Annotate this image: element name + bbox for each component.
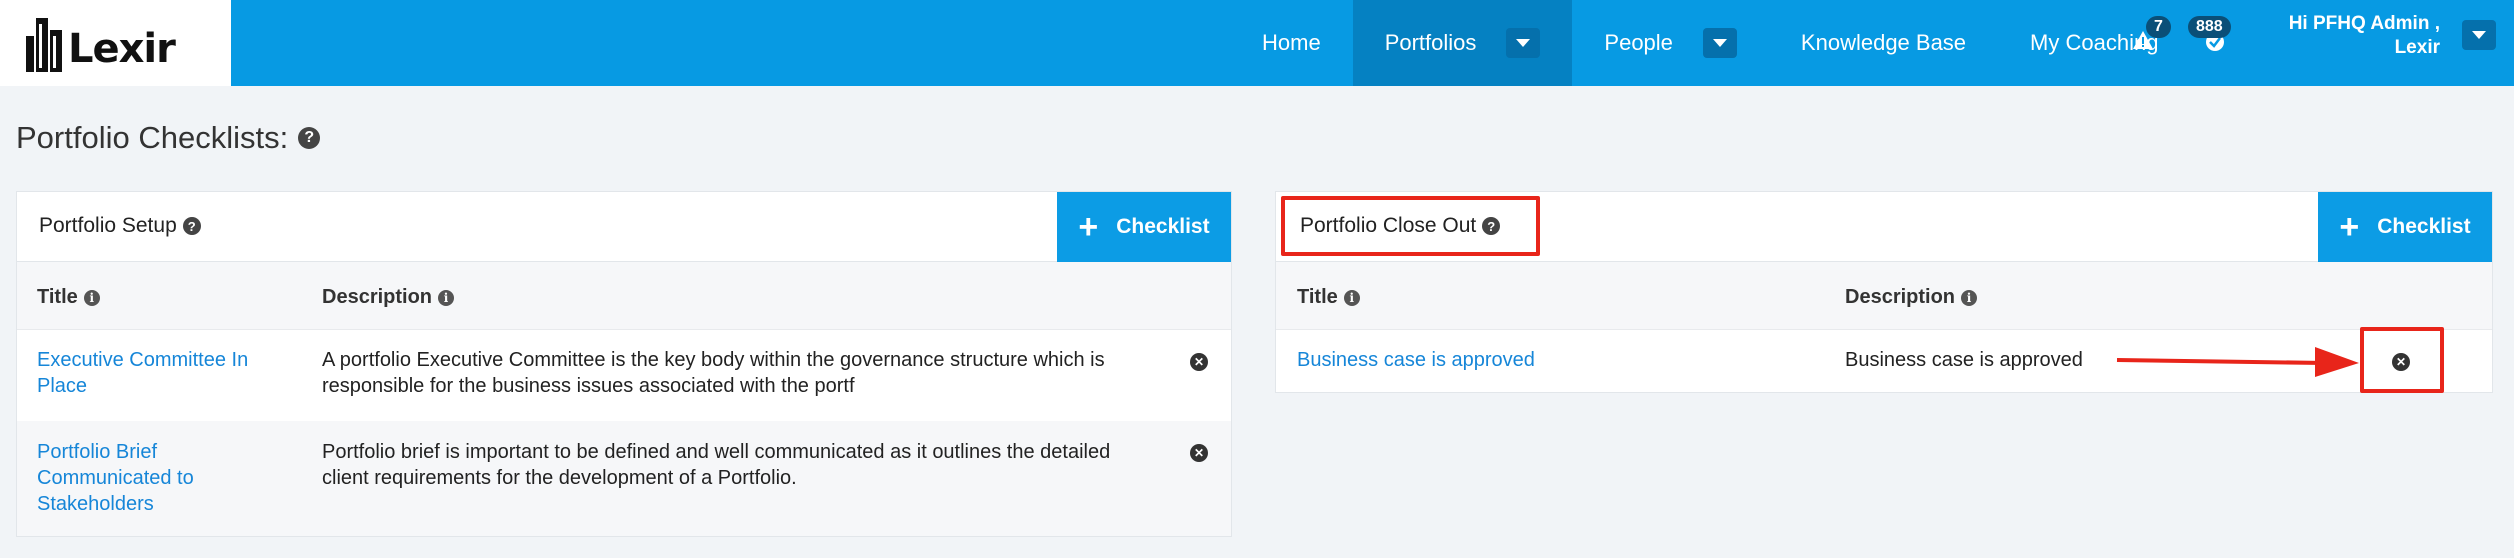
checklist-description: Portfolio brief is important to be defin… bbox=[322, 439, 1182, 491]
user-greeting: Hi PFHQ Admin , bbox=[2288, 13, 2440, 34]
nav-people-label: People bbox=[1604, 30, 1673, 55]
description-line: client requirements for the development … bbox=[322, 467, 797, 489]
title-line: Business case is approved bbox=[1297, 349, 1535, 371]
column-description[interactable]: Description i bbox=[1845, 286, 1978, 309]
nav-knowledge-base-label: Knowledge Base bbox=[1800, 30, 1967, 55]
page-title-text: Portfolio Checklists: bbox=[16, 120, 289, 155]
tasks-count-badge: 888 bbox=[2188, 16, 2231, 38]
panel-title-text: Portfolio Setup bbox=[39, 214, 177, 237]
page-title: Portfolio Checklists: ? bbox=[16, 120, 321, 156]
table-header: Title i Description i bbox=[1276, 262, 2492, 330]
times-circle-icon[interactable]: ✕ bbox=[1190, 353, 1208, 371]
main-nav: Home Portfolios People Knowledge Base My… bbox=[1230, 0, 2190, 86]
nav-home-label: Home bbox=[1262, 30, 1321, 55]
column-title-label: Title bbox=[37, 286, 78, 308]
portfolios-dropdown-button[interactable] bbox=[1506, 28, 1541, 58]
add-checklist-label: Checklist bbox=[2377, 215, 2471, 238]
description-line: A portfolio Executive Committee is the k… bbox=[322, 349, 1105, 371]
checklist-title-link[interactable]: Business case is approved bbox=[1297, 347, 1797, 373]
add-checklist-label: Checklist bbox=[1116, 215, 1210, 238]
column-title[interactable]: Title i bbox=[37, 286, 100, 309]
checklist-title-link[interactable]: Executive Committee In Place bbox=[37, 347, 287, 399]
nav-people[interactable]: People bbox=[1572, 0, 1769, 86]
caret-down-icon bbox=[1712, 39, 1727, 47]
description-line: Portfolio brief is important to be defin… bbox=[322, 441, 1111, 463]
times-circle-icon[interactable]: ✕ bbox=[1190, 444, 1208, 462]
building-logo-icon bbox=[26, 18, 62, 72]
tasks-notification[interactable]: 888 bbox=[2186, 16, 2256, 62]
question-circle-icon[interactable]: ? bbox=[182, 217, 201, 235]
table-row: Executive Committee In Place A portfolio… bbox=[17, 331, 1231, 421]
lexir-logo[interactable]: Lexir bbox=[0, 0, 231, 86]
panel-header: Portfolio Setup ? + Checklist bbox=[17, 192, 1231, 262]
title-line: Portfolio Brief bbox=[37, 441, 158, 463]
column-description-label: Description bbox=[322, 286, 433, 308]
caret-down-icon bbox=[1516, 39, 1531, 47]
plus-icon: + bbox=[1078, 208, 1099, 246]
table-row: Portfolio Brief Communicated to Stakehol… bbox=[17, 421, 1231, 536]
people-dropdown-button[interactable] bbox=[1702, 28, 1737, 58]
title-line: Communicated to bbox=[37, 467, 194, 489]
user-dropdown-button[interactable] bbox=[2462, 20, 2496, 50]
portfolio-setup-panel: Portfolio Setup ? + Checklist Title i De… bbox=[16, 191, 1232, 537]
info-circle-icon[interactable]: i bbox=[83, 289, 100, 306]
annotation-highlight-box bbox=[1281, 196, 1540, 256]
add-checklist-button[interactable]: + Checklist bbox=[1057, 192, 1231, 262]
nav-portfolios[interactable]: Portfolios bbox=[1352, 0, 1573, 86]
title-line: Executive Committee In bbox=[37, 349, 249, 371]
add-checklist-button[interactable]: + Checklist bbox=[2318, 192, 2492, 262]
column-description[interactable]: Description i bbox=[322, 286, 455, 309]
column-title[interactable]: Title i bbox=[1297, 286, 1360, 309]
question-circle-icon[interactable]: ? bbox=[298, 127, 321, 149]
column-description-label: Description bbox=[1845, 286, 1956, 308]
plus-icon: + bbox=[2339, 208, 2360, 246]
info-circle-icon[interactable]: i bbox=[1343, 289, 1360, 306]
nav-portfolios-label: Portfolios bbox=[1384, 30, 1477, 55]
info-circle-icon[interactable]: i bbox=[1961, 289, 1978, 306]
logo-text: Lexir bbox=[68, 26, 176, 72]
info-circle-icon[interactable]: i bbox=[438, 289, 455, 306]
checklist-title-link[interactable]: Portfolio Brief Communicated to Stakehol… bbox=[37, 439, 287, 517]
caret-down-icon bbox=[2472, 31, 2486, 39]
nav-home[interactable]: Home bbox=[1230, 0, 1353, 86]
table-header: Title i Description i bbox=[17, 262, 1231, 330]
panel-title: Portfolio Setup ? bbox=[39, 214, 201, 238]
title-line: Place bbox=[37, 375, 88, 397]
alerts-count-badge: 7 bbox=[2146, 16, 2171, 38]
annotation-arrow-icon bbox=[2116, 347, 2359, 377]
alerts-notification[interactable]: 7 bbox=[2132, 16, 2182, 62]
top-navbar: Lexir Home Portfolios People Knowledge B… bbox=[0, 0, 2514, 86]
user-menu-name[interactable]: Hi PFHQ Admin , Lexir bbox=[2289, 12, 2440, 60]
title-line: Stakeholders bbox=[37, 493, 154, 515]
user-org: Lexir bbox=[2394, 37, 2440, 58]
checklist-description: A portfolio Executive Committee is the k… bbox=[322, 347, 1182, 399]
column-title-label: Title bbox=[1297, 286, 1338, 308]
description-line: responsible for the business issues asso… bbox=[322, 375, 855, 397]
nav-knowledge-base[interactable]: Knowledge Base bbox=[1769, 0, 1998, 86]
